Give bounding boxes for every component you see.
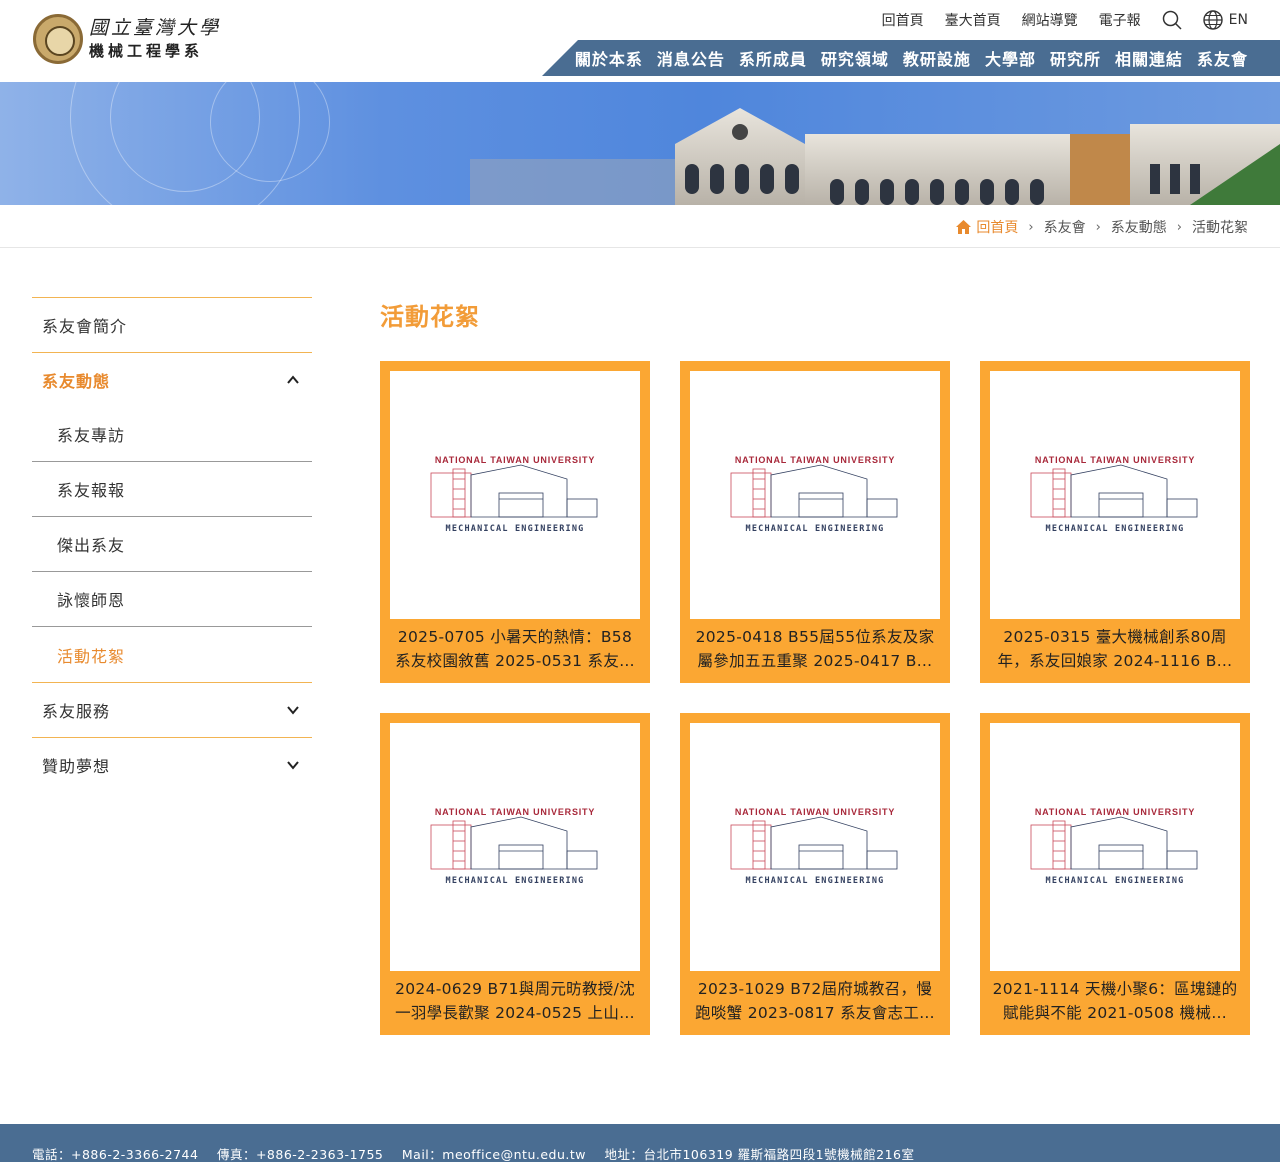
- language-switch[interactable]: EN: [1202, 10, 1248, 30]
- gallery-card[interactable]: NATIONAL TAIWAN UNIVERSITY MECHANICAL EN…: [680, 713, 950, 1035]
- page-title: 活動花絮: [380, 303, 480, 331]
- sidebar-subitem-distinguished[interactable]: 傑出系友: [32, 517, 312, 572]
- card-caption: 2025-0418 B55屆55位系友及家屬參加五五重聚 2025-0417 B…: [695, 628, 935, 670]
- sidebar-item-alumni-news[interactable]: 系友動態: [32, 352, 312, 407]
- svg-text:MECHANICAL ENGINEERING: MECHANICAL ENGINEERING: [446, 876, 585, 886]
- chevron-down-icon: [287, 761, 299, 770]
- svg-text:MECHANICAL ENGINEERING: MECHANICAL ENGINEERING: [1046, 524, 1185, 534]
- svg-text:NATIONAL TAIWAN UNIVERSITY: NATIONAL TAIWAN UNIVERSITY: [1035, 807, 1195, 817]
- site-header: 國立臺灣大學 機械工程學系 回首頁 臺大首頁 網站導覽 電子報 EN 關於本系 …: [0, 0, 1280, 82]
- globe-icon: [1202, 10, 1223, 30]
- nav-alumni[interactable]: 系友會: [1197, 46, 1248, 70]
- nav-undergraduate[interactable]: 大學部: [985, 46, 1036, 70]
- department-logo-image: NATIONAL TAIWAN UNIVERSITY MECHANICAL EN…: [690, 371, 940, 619]
- nav-facilities[interactable]: 教研設施: [903, 46, 971, 70]
- search-icon: [1162, 10, 1182, 30]
- nav-about[interactable]: 關於本系: [575, 46, 643, 70]
- gallery-card[interactable]: NATIONAL TAIWAN UNIVERSITY MECHANICAL EN…: [980, 361, 1250, 683]
- gallery-card[interactable]: NATIONAL TAIWAN UNIVERSITY MECHANICAL EN…: [980, 713, 1250, 1035]
- svg-text:NATIONAL TAIWAN UNIVERSITY: NATIONAL TAIWAN UNIVERSITY: [435, 455, 595, 465]
- breadcrumb-home-label: 回首頁: [976, 220, 1019, 236]
- breadcrumb: 回首頁 › 系友會 › 系友動態 › 活動花絮: [956, 217, 1248, 237]
- chevron-up-icon: [287, 375, 299, 384]
- nav-news[interactable]: 消息公告: [657, 46, 725, 70]
- gallery-card[interactable]: NATIONAL TAIWAN UNIVERSITY MECHANICAL EN…: [380, 713, 650, 1035]
- sidebar-subitem-interviews[interactable]: 系友專訪: [32, 407, 312, 462]
- chevron-right-icon: ›: [1028, 219, 1034, 235]
- top-link-newsletter[interactable]: 電子報: [1099, 10, 1141, 30]
- breadcrumb-alumni[interactable]: 系友會: [1044, 217, 1086, 237]
- top-links: 回首頁 臺大首頁 網站導覽 電子報 EN: [882, 10, 1248, 30]
- svg-text:NATIONAL TAIWAN UNIVERSITY: NATIONAL TAIWAN UNIVERSITY: [735, 807, 895, 817]
- card-caption: 2025-0705 小暑天的熱情：B58系友校園敘舊 2025-0531 系友…: [395, 628, 635, 670]
- svg-text:MECHANICAL ENGINEERING: MECHANICAL ENGINEERING: [746, 524, 885, 534]
- department-logo-image: NATIONAL TAIWAN UNIVERSITY MECHANICAL EN…: [990, 723, 1240, 971]
- sidebar-item-label: 系友會簡介: [42, 317, 128, 336]
- sidebar-item-label: 系友動態: [42, 372, 111, 391]
- footer-mail[interactable]: Mail：meoffice@ntu.edu.tw: [402, 1147, 586, 1162]
- sidebar-item-sponsor[interactable]: 贊助夢想: [32, 737, 312, 792]
- hero-banner: [0, 82, 1280, 205]
- top-link-home[interactable]: 回首頁: [882, 10, 924, 30]
- gallery-grid: NATIONAL TAIWAN UNIVERSITY MECHANICAL EN…: [380, 361, 1250, 1035]
- breadcrumb-alumni-news[interactable]: 系友動態: [1111, 217, 1167, 237]
- department-logo-image: NATIONAL TAIWAN UNIVERSITY MECHANICAL EN…: [390, 371, 640, 619]
- sidebar-subitem-activities[interactable]: 活動花絮: [32, 627, 312, 682]
- card-caption: 2025-0315 臺大機械創系80周年，系友回娘家 2024-1116 B…: [997, 628, 1233, 670]
- department-logo-image: NATIONAL TAIWAN UNIVERSITY MECHANICAL EN…: [390, 723, 640, 971]
- chevron-right-icon: ›: [1095, 219, 1101, 235]
- main-content: 活動花絮 NATIONAL TAIWAN UNIVERSITY MECHANIC…: [380, 297, 1250, 1035]
- footer-address: 地址：台北市106319 羅斯福路四段1號機械館216室: [604, 1147, 915, 1162]
- breadcrumb-home[interactable]: 回首頁: [956, 217, 1018, 237]
- sidebar-subitem-reports[interactable]: 系友報報: [32, 462, 312, 517]
- nav-research[interactable]: 研究領域: [821, 46, 889, 70]
- top-link-ntu[interactable]: 臺大首頁: [945, 10, 1001, 30]
- department-building-image: [470, 108, 1280, 205]
- nav-members[interactable]: 系所成員: [739, 46, 807, 70]
- site-logo[interactable]: 國立臺灣大學 機械工程學系: [33, 14, 221, 64]
- svg-text:MECHANICAL ENGINEERING: MECHANICAL ENGINEERING: [1046, 876, 1185, 886]
- top-link-sitemap[interactable]: 網站導覽: [1022, 10, 1078, 30]
- breadcrumb-bar: 回首頁 › 系友會 › 系友動態 › 活動花絮: [0, 205, 1280, 248]
- breadcrumb-current: 活動花絮: [1192, 220, 1248, 236]
- svg-text:MECHANICAL ENGINEERING: MECHANICAL ENGINEERING: [446, 524, 585, 534]
- gallery-card[interactable]: NATIONAL TAIWAN UNIVERSITY MECHANICAL EN…: [680, 361, 950, 683]
- logo-university-name: 國立臺灣大學: [89, 17, 222, 39]
- card-caption: 2021-1114 天機小聚6：區塊鏈的賦能與不能 2021-0508 機械…: [992, 980, 1238, 1022]
- sidebar-item-alumni-intro[interactable]: 系友會簡介: [32, 297, 312, 352]
- footer-phone: 電話：+886-2-3366-2744: [32, 1147, 199, 1162]
- sidebar-menu: 系友會簡介 系友動態 系友專訪 系友報報 傑出系友 詠懷師恩 活動花絮 系友服務…: [32, 297, 312, 792]
- home-icon: [956, 220, 972, 234]
- nav-graduate[interactable]: 研究所: [1050, 46, 1101, 70]
- nav-links[interactable]: 相關連結: [1115, 46, 1183, 70]
- svg-text:NATIONAL TAIWAN UNIVERSITY: NATIONAL TAIWAN UNIVERSITY: [435, 807, 595, 817]
- sidebar-item-alumni-services[interactable]: 系友服務: [32, 682, 312, 737]
- logo-department-name: 機械工程學系: [89, 42, 204, 60]
- site-footer: 電話：+886-2-3366-2744 傳真：+886-2-2363-1755 …: [0, 1124, 1280, 1162]
- svg-text:NATIONAL TAIWAN UNIVERSITY: NATIONAL TAIWAN UNIVERSITY: [735, 455, 895, 465]
- gallery-card[interactable]: NATIONAL TAIWAN UNIVERSITY MECHANICAL EN…: [380, 361, 650, 683]
- sidebar-item-label: 贊助夢想: [42, 757, 111, 776]
- svg-text:MECHANICAL ENGINEERING: MECHANICAL ENGINEERING: [746, 876, 885, 886]
- department-logo-image: NATIONAL TAIWAN UNIVERSITY MECHANICAL EN…: [990, 371, 1240, 619]
- chevron-right-icon: ›: [1176, 219, 1182, 235]
- chevron-down-icon: [287, 706, 299, 715]
- department-logo-image: NATIONAL TAIWAN UNIVERSITY MECHANICAL EN…: [690, 723, 940, 971]
- language-label: EN: [1228, 12, 1248, 28]
- svg-text:NATIONAL TAIWAN UNIVERSITY: NATIONAL TAIWAN UNIVERSITY: [1035, 455, 1195, 465]
- search-button[interactable]: [1162, 10, 1182, 30]
- card-caption: 2024-0629 B71與周元昉教授/沈一羽學長歡聚 2024-0525 上山…: [395, 980, 635, 1022]
- main-navigation: 關於本系 消息公告 系所成員 研究領域 教研設施 大學部 研究所 相關連結 系友…: [542, 40, 1280, 76]
- ntu-seal-icon: [33, 14, 83, 64]
- card-caption: 2023-1029 B72屆府城教召，慢跑啖蟹 2023-0817 系友會志工…: [695, 980, 935, 1022]
- sidebar-subitem-tribute[interactable]: 詠懷師恩: [32, 572, 312, 627]
- sidebar-item-label: 系友服務: [42, 702, 111, 721]
- footer-fax: 傳真：+886-2-2363-1755: [216, 1147, 384, 1162]
